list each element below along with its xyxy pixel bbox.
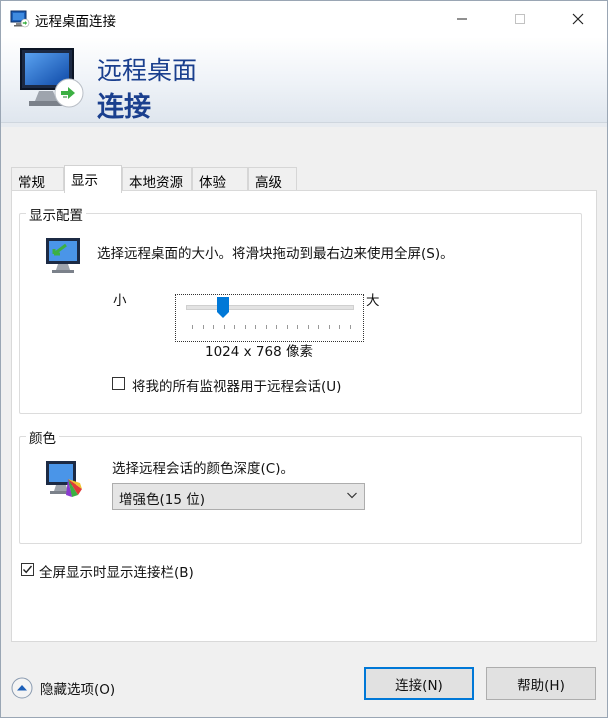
display-config-group: 显示配置 选择远程桌面的大小。将滑块拖动到最右边来使用全屏(S)。 小 大 10… xyxy=(19,204,582,414)
slider-tick xyxy=(213,325,214,329)
slider-min-label: 小 xyxy=(113,293,127,309)
close-button[interactable] xyxy=(549,1,607,37)
banner-title-line1: 远程桌面 xyxy=(97,56,198,85)
remote-desktop-monitor-icon xyxy=(20,48,84,108)
slider-tick xyxy=(339,325,340,329)
slider-tick xyxy=(350,325,351,329)
header-banner: 远程桌面 连接 xyxy=(1,37,607,123)
slider-ticks xyxy=(192,325,352,329)
maximize-icon xyxy=(515,14,525,24)
maximize-button[interactable] xyxy=(491,1,549,37)
tab-experience[interactable]: 体验 xyxy=(192,167,248,191)
display-size-instruction: 选择远程桌面的大小。将滑块拖动到最右边来使用全屏(S)。 xyxy=(97,246,454,262)
slider-tick xyxy=(287,325,288,329)
tab-label: 常规 xyxy=(18,175,45,191)
slider-thumb[interactable] xyxy=(217,297,229,319)
display-size-slider[interactable] xyxy=(175,294,364,342)
window-title: 远程桌面连接 xyxy=(35,14,116,30)
slider-tick xyxy=(245,325,246,329)
display-monitor-icon xyxy=(46,238,80,273)
help-button-label: 帮助(H) xyxy=(517,677,565,694)
hide-options-toggle[interactable]: 隐藏选项(O) xyxy=(11,677,115,699)
minimize-icon xyxy=(457,18,467,20)
title-bar: 远程桌面连接 xyxy=(1,1,607,37)
tab-local-resources[interactable]: 本地资源 xyxy=(122,167,192,191)
slider-tick xyxy=(255,325,256,329)
slider-max-label: 大 xyxy=(366,293,380,309)
minimize-button[interactable] xyxy=(433,1,491,37)
display-tab-panel: 显示配置 选择远程桌面的大小。将滑块拖动到最右边来使用全屏(S)。 小 大 10… xyxy=(11,190,597,642)
slider-tick xyxy=(266,325,267,329)
color-depth-value: 增强色(15 位) xyxy=(119,492,206,508)
banner-separator xyxy=(1,123,607,127)
colors-group: 颜色 选择远程会话的颜色深度(C)。 增强色(15 位) xyxy=(19,427,582,544)
use-all-monitors-checkbox[interactable] xyxy=(112,377,125,390)
tab-label: 体验 xyxy=(199,175,226,191)
checkmark-icon xyxy=(22,565,33,574)
display-config-label: 显示配置 xyxy=(26,204,86,224)
slider-tick xyxy=(308,325,309,329)
chevron-down-icon xyxy=(347,492,357,499)
slider-tick xyxy=(318,325,319,329)
slider-tick xyxy=(329,325,330,329)
tab-label: 显示 xyxy=(71,173,98,189)
slider-tick xyxy=(297,325,298,329)
remote-desktop-app-icon xyxy=(10,10,30,28)
slider-tick xyxy=(276,325,277,329)
slider-tick xyxy=(224,325,225,329)
slider-track xyxy=(186,305,354,310)
show-connection-bar-checkbox[interactable] xyxy=(21,563,34,576)
slider-tick xyxy=(203,325,204,329)
slider-tick xyxy=(192,325,193,329)
tab-label: 本地资源 xyxy=(129,175,183,191)
tab-advanced[interactable]: 高级 xyxy=(248,167,297,191)
color-depth-select[interactable]: 增强色(15 位) xyxy=(112,483,365,510)
show-connection-bar-label[interactable]: 全屏显示时显示连接栏(B) xyxy=(39,561,194,581)
resolution-value: 1024 x 768 像素 xyxy=(205,344,313,360)
use-all-monitors-label[interactable]: 将我的所有监视器用于远程会话(U) xyxy=(132,375,341,395)
color-depth-instruction: 选择远程会话的颜色深度(C)。 xyxy=(112,461,294,477)
tab-display[interactable]: 显示 xyxy=(64,165,122,193)
tab-label: 高级 xyxy=(255,175,282,191)
color-depth-icon xyxy=(46,461,82,497)
tab-general[interactable]: 常规 xyxy=(11,167,64,191)
hide-options-label: 隐藏选项(O) xyxy=(40,682,116,698)
connect-button[interactable]: 连接(N) xyxy=(364,667,474,700)
collapse-up-icon xyxy=(11,677,33,699)
colors-label: 颜色 xyxy=(26,427,59,447)
close-icon xyxy=(572,13,584,25)
slider-tick xyxy=(234,325,235,329)
connect-button-label: 连接(N) xyxy=(395,677,443,694)
help-button[interactable]: 帮助(H) xyxy=(486,667,596,700)
remote-desktop-window: 远程桌面连接 远程桌面 连接 常规 显示 本地资源 体验 高级 显示配置 选择远… xyxy=(0,0,608,718)
banner-title-line2: 连接 xyxy=(97,92,151,123)
